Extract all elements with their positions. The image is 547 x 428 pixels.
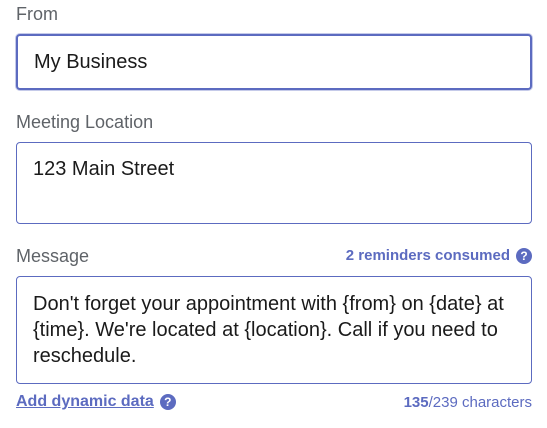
meeting-location-input[interactable]: 123 Main Street	[16, 142, 532, 224]
question-mark-icon[interactable]: ?	[516, 247, 532, 264]
character-count: 135/239 characters	[404, 394, 532, 411]
character-count-total: /239 characters	[428, 394, 532, 411]
reminders-consumed-text: 2 reminders consumed	[345, 247, 510, 264]
meeting-location-label: Meeting Location	[16, 112, 154, 132]
from-input-value: My Business	[34, 51, 148, 73]
meeting-location-value: 123 Main Street	[33, 158, 175, 180]
from-input[interactable]: My Business	[16, 34, 532, 90]
character-count-used: 135	[403, 394, 429, 411]
add-dynamic-data-link[interactable]: Add dynamic data	[16, 393, 154, 411]
question-mark-icon[interactable]: ?	[159, 394, 176, 410]
message-label: Message	[16, 246, 90, 266]
from-label: From	[16, 4, 58, 24]
add-dynamic-data: Add dynamic data ?	[16, 393, 176, 411]
reminders-consumed: 2 reminders consumed ?	[346, 247, 532, 264]
reminder-form: From My Business Meeting Location 123 Ma…	[0, 0, 547, 428]
message-textarea[interactable]: Don't forget your appointment with {from…	[16, 276, 532, 384]
message-value: Don't forget your appointment with {from…	[33, 293, 504, 367]
